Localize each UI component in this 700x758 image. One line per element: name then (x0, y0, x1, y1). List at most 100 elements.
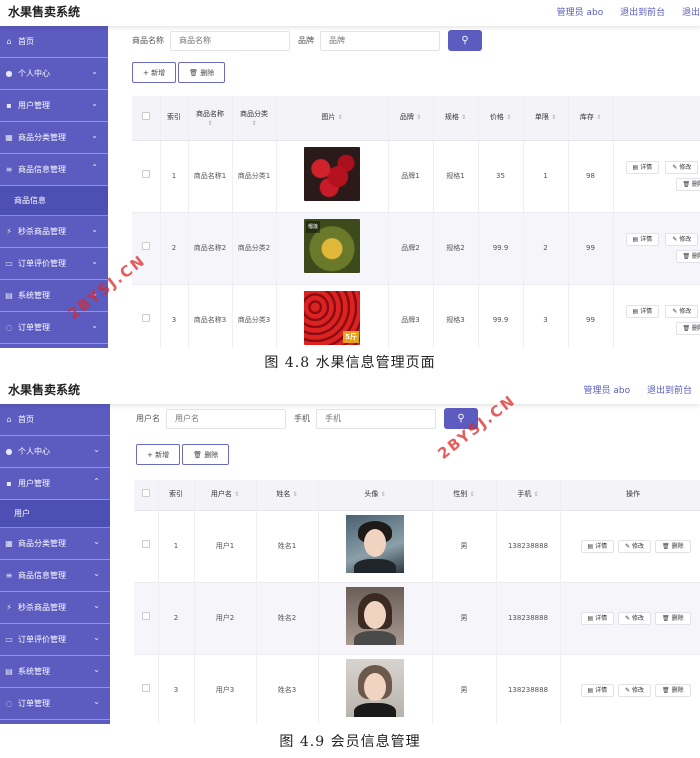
sidebar-item-profile[interactable]: ● 个人中心 ⌄ (0, 58, 108, 90)
sidebar-item-goods-management[interactable]: ≡ 商品信息管理 ⌃ (0, 154, 108, 186)
column-header[interactable]: 规格 ⇕ (433, 96, 479, 141)
username-input[interactable] (166, 408, 286, 429)
sidebar-item-home[interactable]: ⌂ 首页 (0, 404, 110, 436)
search-bar: 用户名 手机 ⚲ (136, 408, 478, 429)
edit-button[interactable]: ✎ 修改 (618, 611, 652, 625)
sidebar-item-label: 个人中心 (18, 69, 50, 78)
sidebar-subitem-user[interactable]: 用户 (0, 500, 110, 528)
detail-button[interactable]: ▤ 详情 (625, 233, 660, 246)
column-header[interactable]: 索引 (158, 480, 195, 511)
column-header[interactable]: 商品分类 ⇕ (232, 96, 277, 141)
delete-row-button[interactable]: 🗑 删除 (655, 683, 691, 697)
add-button[interactable]: + 新增 (132, 62, 177, 83)
logout-link[interactable]: 退出 (682, 8, 700, 18)
column-header[interactable]: 手机 ⇕ (496, 480, 561, 511)
edit-button[interactable]: ✎ 修改 (665, 233, 699, 246)
row-checkbox[interactable] (141, 170, 150, 178)
user-icon: ● (5, 447, 13, 456)
column-header[interactable]: 姓名 ⇕ (256, 480, 319, 511)
cell-goods-name: 商品名称1 (188, 140, 233, 213)
sidebar-item-system-management[interactable]: ▤ 系统管理 ⌄ (0, 656, 110, 688)
sidebar-item-category-management[interactable]: ▦ 商品分类管理 ⌄ (0, 528, 110, 560)
main-content: 用户名 手机 ⚲ + 新增 🗑 删除 索引 用户名 ⇕ 姓名 ⇕ 头像 ⇕ (110, 404, 700, 724)
cell-name: 姓名2 (256, 582, 319, 655)
cell-limit: 3 (523, 284, 569, 348)
cherry-image (304, 147, 360, 201)
column-header[interactable]: 商品名称 ⇕ (188, 96, 233, 141)
table-row[interactable]: 3 商品名称3 商品分类3 5斤 品牌3 规格3 99.9 3 99 ▤ 详情 … (132, 284, 700, 348)
table-row[interactable]: 3 用户3 姓名3 男 138238888 ▤ 详情 ✎ 修改 🗑 删除 (134, 654, 700, 724)
phone-input[interactable] (316, 408, 436, 429)
table-row[interactable]: 2 用户2 姓名2 男 138238888 ▤ 详情 ✎ 修改 🗑 删除 (134, 582, 700, 655)
detail-button[interactable]: ▤ 详情 (580, 611, 615, 625)
delete-button[interactable]: 🗑 删除 (178, 62, 226, 83)
detail-button[interactable]: ▤ 详情 (580, 683, 615, 697)
delete-row-button[interactable]: 🗑 删除 (675, 178, 700, 191)
column-header[interactable]: 单限 ⇕ (523, 96, 569, 141)
column-header[interactable]: 图片 ⇕ (276, 96, 389, 141)
row-checkbox[interactable] (141, 242, 150, 250)
edit-button[interactable]: ✎ 修改 (618, 683, 652, 697)
column-header[interactable]: 索引 (160, 96, 189, 141)
table-row[interactable]: 1 用户1 姓名1 男 138238888 ▤ 详情 ✎ 修改 🗑 删除 (134, 510, 700, 583)
sidebar-item-home[interactable]: ⌂ 首页 (0, 26, 108, 58)
column-header[interactable]: 头像 ⇕ (318, 480, 433, 511)
home-icon: ⌂ (6, 37, 12, 46)
detail-button[interactable]: ▤ 详情 (625, 161, 660, 174)
admin-link[interactable]: 管理员 abo (584, 386, 631, 396)
edit-button[interactable]: ✎ 修改 (665, 161, 699, 174)
delete-row-button[interactable]: 🗑 删除 (675, 250, 700, 263)
sidebar-item-comment-management[interactable]: ▭ 订单评价管理 ⌄ (0, 248, 108, 280)
column-header[interactable]: 价格 ⇕ (478, 96, 524, 141)
select-all-checkbox[interactable] (134, 480, 159, 511)
table-row[interactable]: 1 商品名称1 商品分类1 品牌1 规格1 35 1 98 ▤ 详情 ✎ 修改 … (132, 140, 700, 213)
sort-icon: ⇕ (234, 491, 240, 499)
delete-row-button[interactable]: 🗑 删除 (675, 322, 700, 335)
edit-button[interactable]: ✎ 修改 (618, 539, 652, 553)
select-all-checkbox[interactable] (132, 96, 161, 141)
delete-row-button[interactable]: 🗑 删除 (655, 539, 691, 553)
cell-spec: 规格3 (433, 284, 479, 348)
row-checkbox[interactable] (141, 684, 150, 692)
detail-button[interactable]: ▤ 详情 (625, 305, 660, 318)
chevron-down-icon: ⌄ (91, 99, 98, 108)
back-to-front-link[interactable]: 退出到前台 (620, 8, 665, 18)
sidebar-item-order-management[interactable]: ◌ 订单管理 ⌄ (0, 312, 108, 344)
row-checkbox[interactable] (141, 540, 150, 548)
add-button[interactable]: + 新增 (136, 444, 181, 465)
sidebar-item-seckill-management[interactable]: ⚡ 秒杀商品管理 ⌄ (0, 216, 108, 248)
sidebar-item-order-management[interactable]: ◌ 订单管理 ⌄ (0, 688, 110, 720)
sort-icon: ⇕ (596, 114, 602, 122)
search-button[interactable]: ⚲ (448, 30, 482, 51)
column-header[interactable]: 性别 ⇕ (432, 480, 497, 511)
table-row[interactable]: 2 商品名称2 商品分类2 榴莲 品牌2 规格2 99.9 2 99 ▤ 详情 … (132, 212, 700, 285)
sidebar-subitem-goods-info[interactable]: 商品信息 (0, 186, 108, 216)
sidebar-item-category-management[interactable]: ▦ 商品分类管理 ⌄ (0, 122, 108, 154)
admin-link[interactable]: 管理员 abo (557, 8, 604, 18)
avatar (346, 515, 404, 573)
back-to-front-link[interactable]: 退出到前台 (647, 386, 692, 396)
sidebar-item-comment-management[interactable]: ▭ 订单评价管理 ⌄ (0, 624, 110, 656)
delete-button[interactable]: 🗑 删除 (182, 444, 230, 465)
sidebar-item-label: 系统管理 (18, 667, 50, 676)
row-checkbox[interactable] (141, 314, 150, 322)
sidebar-item-user-management[interactable]: ▪ 用户管理 ⌃ (0, 468, 110, 500)
row-checkbox[interactable] (141, 612, 150, 620)
column-header[interactable]: 品牌 ⇕ (388, 96, 434, 141)
column-header[interactable]: 用户名 ⇕ (194, 480, 257, 511)
search-label-brand: 品牌 (298, 36, 314, 45)
delete-row-button[interactable]: 🗑 删除 (655, 611, 691, 625)
sidebar-item-profile[interactable]: ● 个人中心 ⌄ (0, 436, 110, 468)
cell-goods-name: 商品名称3 (188, 284, 233, 348)
goods-name-input[interactable] (170, 30, 290, 51)
edit-button[interactable]: ✎ 修改 (665, 305, 699, 318)
sidebar-item-seckill-management[interactable]: ⚡ 秒杀商品管理 ⌄ (0, 592, 110, 624)
cell-username: 用户2 (194, 582, 257, 655)
sidebar-item-goods-management[interactable]: ≡ 商品信息管理 ⌄ (0, 560, 110, 592)
detail-button[interactable]: ▤ 详情 (580, 539, 615, 553)
cell-stock: 99 (568, 212, 614, 285)
brand-input[interactable] (320, 30, 440, 51)
sidebar-item-user-management[interactable]: ▪ 用户管理 ⌄ (0, 90, 108, 122)
cell-index: 2 (158, 582, 195, 655)
column-header[interactable]: 库存 ⇕ (568, 96, 614, 141)
